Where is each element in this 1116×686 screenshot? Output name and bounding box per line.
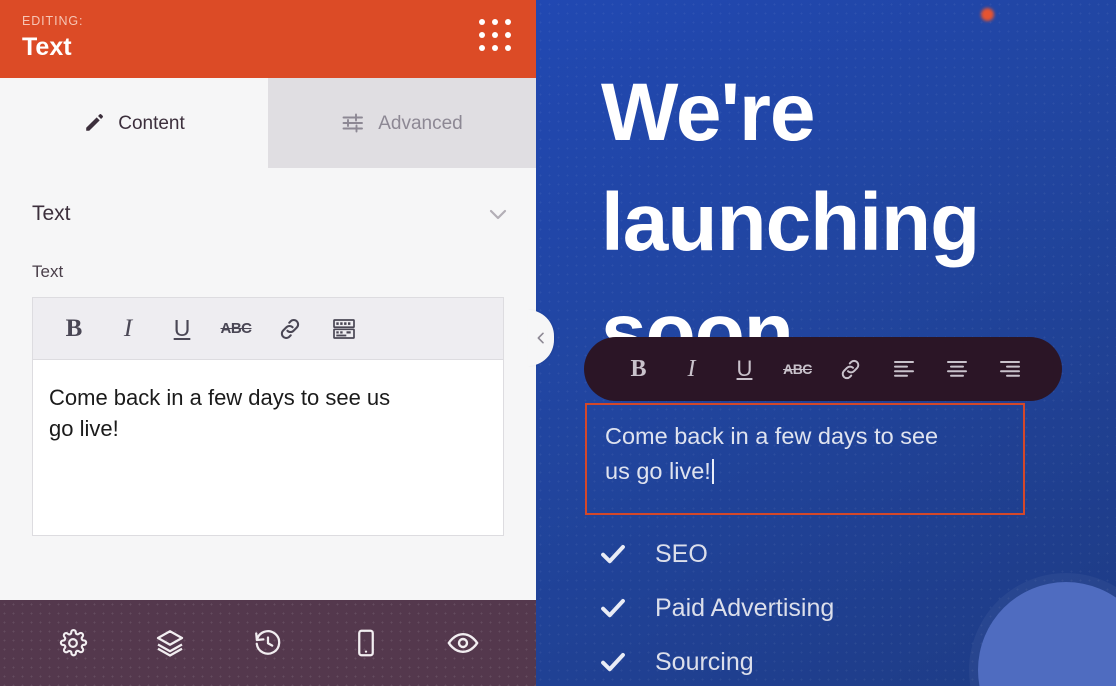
check-icon <box>598 648 628 676</box>
editor-line-2: go live! <box>49 416 119 441</box>
bold-button[interactable]: B <box>612 347 665 391</box>
mobile-phone-icon[interactable] <box>343 620 389 666</box>
section-header-text[interactable]: Text <box>0 168 536 226</box>
inline-edit-line-2: us go live! <box>605 454 1007 489</box>
text-field-label: Text <box>32 262 64 281</box>
inline-editable-text[interactable]: Come back in a few days to see us go liv… <box>585 403 1025 515</box>
decorative-dot <box>981 8 994 21</box>
tab-advanced-label: Advanced <box>378 112 463 134</box>
check-icon <box>598 594 628 622</box>
align-left-icon[interactable] <box>877 347 930 391</box>
inline-format-toolbar: B I U ABC <box>584 337 1062 401</box>
italic-button[interactable]: I <box>665 347 718 391</box>
panel-bottom-bar <box>0 600 536 686</box>
apps-grid-icon[interactable] <box>476 16 514 54</box>
bold-button[interactable]: B <box>47 305 101 353</box>
chevron-down-icon[interactable] <box>486 202 510 226</box>
editing-title: Text <box>22 33 72 61</box>
tab-content-label: Content <box>118 112 185 134</box>
editor-toolbar: B I U ABC <box>33 298 503 360</box>
text-field-group: Text B I U ABC Come back in a few days t… <box>0 226 536 536</box>
section-title: Text <box>32 202 71 225</box>
list-item-label: Paid Advertising <box>655 593 835 622</box>
tab-content[interactable]: Content <box>0 78 268 168</box>
link-button[interactable] <box>263 305 317 353</box>
pencil-icon <box>83 112 105 134</box>
align-right-icon[interactable] <box>983 347 1036 391</box>
tab-advanced[interactable]: Advanced <box>268 78 536 168</box>
list-item-label: Sourcing <box>655 647 754 676</box>
inline-edit-line-1: Come back in a few days to see <box>605 423 939 449</box>
history-clock-icon[interactable] <box>245 620 291 666</box>
sliders-icon <box>341 111 365 135</box>
chevron-left-icon <box>537 332 544 344</box>
check-icon <box>598 540 628 568</box>
gear-icon[interactable] <box>50 620 96 666</box>
underline-button[interactable]: U <box>155 305 209 353</box>
italic-button[interactable]: I <box>101 305 155 353</box>
editing-label: EDITING: <box>22 14 84 28</box>
strikethrough-button[interactable]: ABC <box>771 347 824 391</box>
strikethrough-button[interactable]: ABC <box>209 305 263 353</box>
list-item[interactable]: Sourcing <box>598 635 1038 686</box>
list-item[interactable]: Paid Advertising <box>598 581 1038 635</box>
kitchen-sink-icon[interactable] <box>317 305 371 353</box>
align-center-icon[interactable] <box>930 347 983 391</box>
eye-icon[interactable] <box>440 620 486 666</box>
text-caret <box>711 459 714 484</box>
live-preview: We're launching soon B I U ABC Come back… <box>536 0 1116 686</box>
link-button[interactable] <box>824 347 877 391</box>
editor-screen: EDITING: Text Content Advanced Text Text… <box>0 0 1116 686</box>
layers-icon[interactable] <box>147 620 193 666</box>
list-item-label: SEO <box>655 539 708 568</box>
text-editor-body[interactable]: Come back in a few days to see us go liv… <box>33 360 503 535</box>
inline-edit-line-2-text: us go live! <box>605 458 711 484</box>
list-item[interactable]: SEO <box>598 527 1038 581</box>
feature-checklist: SEO Paid Advertising Sourcing <box>598 527 1038 686</box>
underline-button[interactable]: U <box>718 347 771 391</box>
panel-tabs: Content Advanced <box>0 78 536 168</box>
panel-header: EDITING: Text <box>0 0 536 78</box>
editor-line-1: Come back in a few days to see us <box>49 385 391 410</box>
editor-panel: EDITING: Text Content Advanced Text Text… <box>0 0 536 686</box>
rich-text-editor: B I U ABC Come back in a few days to see… <box>32 297 504 536</box>
